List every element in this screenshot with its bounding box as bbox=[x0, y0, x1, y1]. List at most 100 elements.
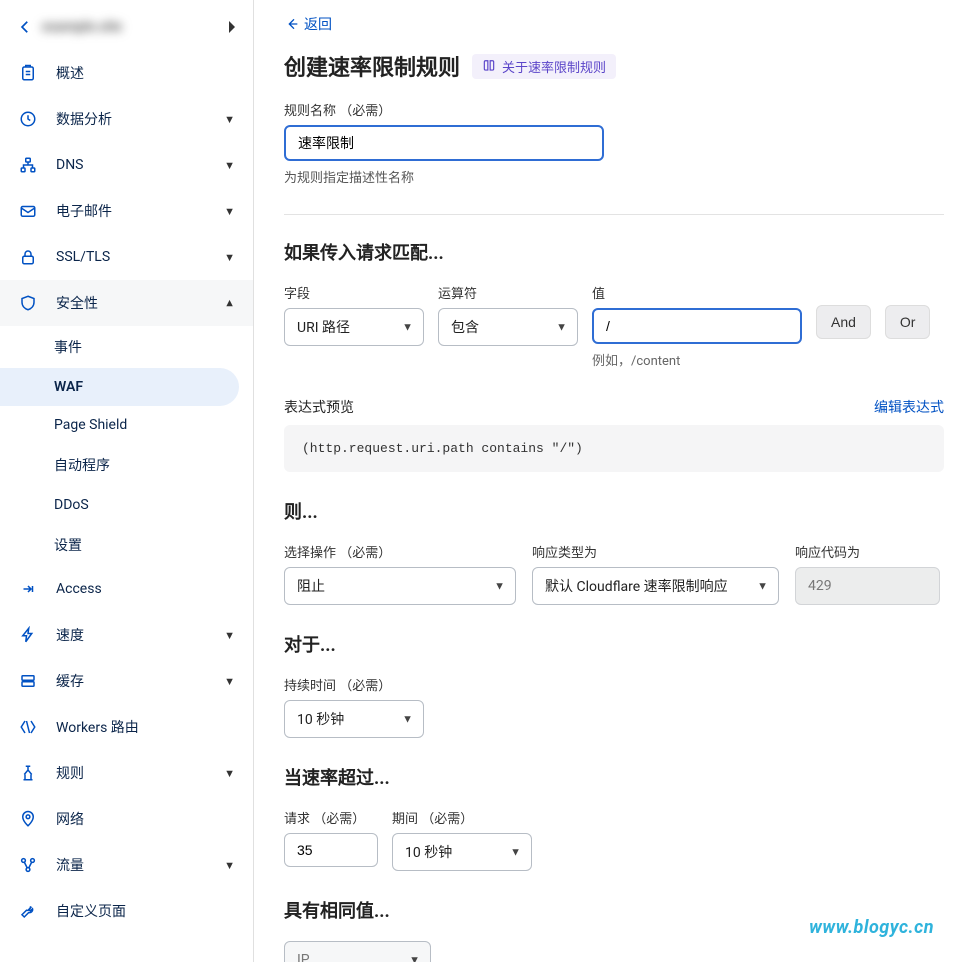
wrench-icon bbox=[18, 901, 38, 921]
nav-label: 自定义页面 bbox=[56, 901, 235, 921]
requests-input[interactable] bbox=[284, 833, 378, 867]
nav-label: 数据分析 bbox=[56, 109, 224, 129]
rule-name-input[interactable] bbox=[284, 125, 604, 161]
rule-name-helper: 为规则指定描述性名称 bbox=[284, 167, 944, 186]
back-link-label: 返回 bbox=[304, 14, 332, 34]
subnav-events[interactable]: 事件 bbox=[0, 326, 253, 368]
lock-icon bbox=[18, 247, 38, 267]
nav-custom-pages[interactable]: 自定义页面 bbox=[0, 888, 253, 934]
chevron-down-icon: ▼ bbox=[224, 859, 235, 872]
expr-preview-label: 表达式预览 bbox=[284, 397, 354, 417]
page-title: 创建速率限制规则 bbox=[284, 50, 460, 82]
period-select[interactable]: 10 秒钟 ▼ bbox=[392, 833, 532, 871]
site-caret-icon[interactable] bbox=[227, 21, 235, 33]
operator-select[interactable]: 包含 ▼ bbox=[438, 308, 578, 346]
nav-rules[interactable]: 规则 ▼ bbox=[0, 750, 253, 796]
nav-email[interactable]: 电子邮件 ▼ bbox=[0, 188, 253, 234]
nav-analytics[interactable]: 数据分析 ▼ bbox=[0, 96, 253, 142]
bolt-icon bbox=[18, 625, 38, 645]
same-section-title: 具有相同值... bbox=[284, 897, 944, 923]
database-icon bbox=[18, 671, 38, 691]
then-section-title: 则... bbox=[284, 498, 944, 524]
edit-expr-link[interactable]: 编辑表达式 bbox=[874, 397, 944, 417]
book-icon bbox=[482, 59, 496, 73]
main-content: 返回 创建速率限制规则 关于速率限制规则 规则名称 （必需） 为规则指定描述性名… bbox=[254, 0, 954, 962]
action-label: 选择操作 （必需） bbox=[284, 542, 516, 561]
chevron-down-icon: ▼ bbox=[757, 580, 768, 593]
for-section-title: 对于... bbox=[284, 631, 944, 657]
operator-col-label: 运算符 bbox=[438, 283, 578, 302]
nav-overview[interactable]: 概述 bbox=[0, 50, 253, 96]
duration-label: 持续时间 （必需） bbox=[284, 675, 944, 694]
nav-label: 网络 bbox=[56, 809, 235, 829]
sidebar: example.site 概述 数据分析 ▼ DNS ▼ 电子邮件 ▼ SSL/… bbox=[0, 0, 254, 962]
nav-label: 流量 bbox=[56, 855, 224, 875]
site-selector[interactable]: example.site bbox=[0, 12, 253, 50]
field-select-value: URI 路径 bbox=[297, 317, 350, 337]
chevron-up-icon: ▼ bbox=[224, 297, 235, 310]
action-select[interactable]: 阻止 ▼ bbox=[284, 567, 516, 605]
nav-label: 速度 bbox=[56, 625, 224, 645]
back-arrow-icon[interactable] bbox=[16, 18, 34, 36]
nav-access[interactable]: Access bbox=[0, 566, 253, 612]
arrow-right-circle-icon bbox=[18, 579, 38, 599]
resp-type-value: 默认 Cloudflare 速率限制响应 bbox=[545, 576, 728, 596]
value-helper: 例如，/content bbox=[592, 350, 802, 369]
nav-label: DNS bbox=[56, 157, 224, 173]
nav-label: 规则 bbox=[56, 763, 224, 783]
subnav-waf[interactable]: WAF bbox=[0, 368, 239, 406]
about-link-label: 关于速率限制规则 bbox=[502, 57, 606, 76]
resp-type-select[interactable]: 默认 Cloudflare 速率限制响应 ▼ bbox=[532, 567, 779, 605]
duration-value: 10 秒钟 bbox=[297, 709, 344, 729]
nav-workers[interactable]: Workers 路由 bbox=[0, 704, 253, 750]
chevron-down-icon: ▼ bbox=[224, 113, 235, 126]
rules-icon bbox=[18, 763, 38, 783]
back-link[interactable]: 返回 bbox=[284, 14, 332, 34]
chevron-down-icon: ▼ bbox=[510, 846, 521, 859]
nav-label: SSL/TLS bbox=[56, 249, 224, 265]
chevron-down-icon: ▼ bbox=[224, 767, 235, 780]
subnav-ddos[interactable]: DDoS bbox=[0, 486, 253, 524]
resp-code-label: 响应代码为 bbox=[795, 542, 940, 561]
rule-name-label: 规则名称 （必需） bbox=[284, 100, 944, 119]
chevron-down-icon: ▼ bbox=[224, 251, 235, 264]
value-input[interactable] bbox=[592, 308, 802, 344]
traffic-icon bbox=[18, 855, 38, 875]
nav-speed[interactable]: 速度 ▼ bbox=[0, 612, 253, 658]
resp-type-label: 响应类型为 bbox=[532, 542, 779, 561]
chevron-down-icon: ▼ bbox=[402, 321, 413, 334]
nav-label: Workers 路由 bbox=[56, 717, 235, 737]
nav-network[interactable]: 网络 bbox=[0, 796, 253, 842]
chevron-down-icon: ▼ bbox=[224, 629, 235, 642]
nav-security[interactable]: 安全性 ▼ bbox=[0, 280, 253, 326]
shield-icon bbox=[18, 293, 38, 313]
nav-ssl[interactable]: SSL/TLS ▼ bbox=[0, 234, 253, 280]
nav-cache[interactable]: 缓存 ▼ bbox=[0, 658, 253, 704]
field-select[interactable]: URI 路径 ▼ bbox=[284, 308, 424, 346]
chevron-down-icon: ▼ bbox=[494, 580, 505, 593]
location-icon bbox=[18, 809, 38, 829]
nav-label: 缓存 bbox=[56, 671, 224, 691]
subnav-page-shield[interactable]: Page Shield bbox=[0, 406, 253, 444]
nav-label: 概述 bbox=[56, 63, 235, 83]
when-section-title: 当速率超过... bbox=[284, 764, 944, 790]
nav-traffic[interactable]: 流量 ▼ bbox=[0, 842, 253, 888]
resp-code-value: 429 bbox=[808, 578, 832, 594]
and-button[interactable]: And bbox=[816, 305, 871, 339]
same-value-select[interactable]: IP ▼ bbox=[284, 941, 431, 962]
network-icon bbox=[18, 155, 38, 175]
mail-icon bbox=[18, 201, 38, 221]
same-value: IP bbox=[297, 952, 310, 962]
nav-label: 电子邮件 bbox=[56, 201, 224, 221]
divider bbox=[284, 214, 944, 215]
nav-label: 安全性 bbox=[56, 293, 224, 313]
chevron-down-icon: ▼ bbox=[402, 713, 413, 726]
duration-select[interactable]: 10 秒钟 ▼ bbox=[284, 700, 424, 738]
chevron-down-icon: ▼ bbox=[556, 321, 567, 334]
or-button[interactable]: Or bbox=[885, 305, 931, 339]
subnav-settings[interactable]: 设置 bbox=[0, 524, 253, 566]
subnav-bots[interactable]: 自动程序 bbox=[0, 444, 253, 486]
nav-dns[interactable]: DNS ▼ bbox=[0, 142, 253, 188]
about-rate-limit-link[interactable]: 关于速率限制规则 bbox=[472, 54, 616, 79]
match-section-title: 如果传入请求匹配... bbox=[284, 239, 944, 265]
